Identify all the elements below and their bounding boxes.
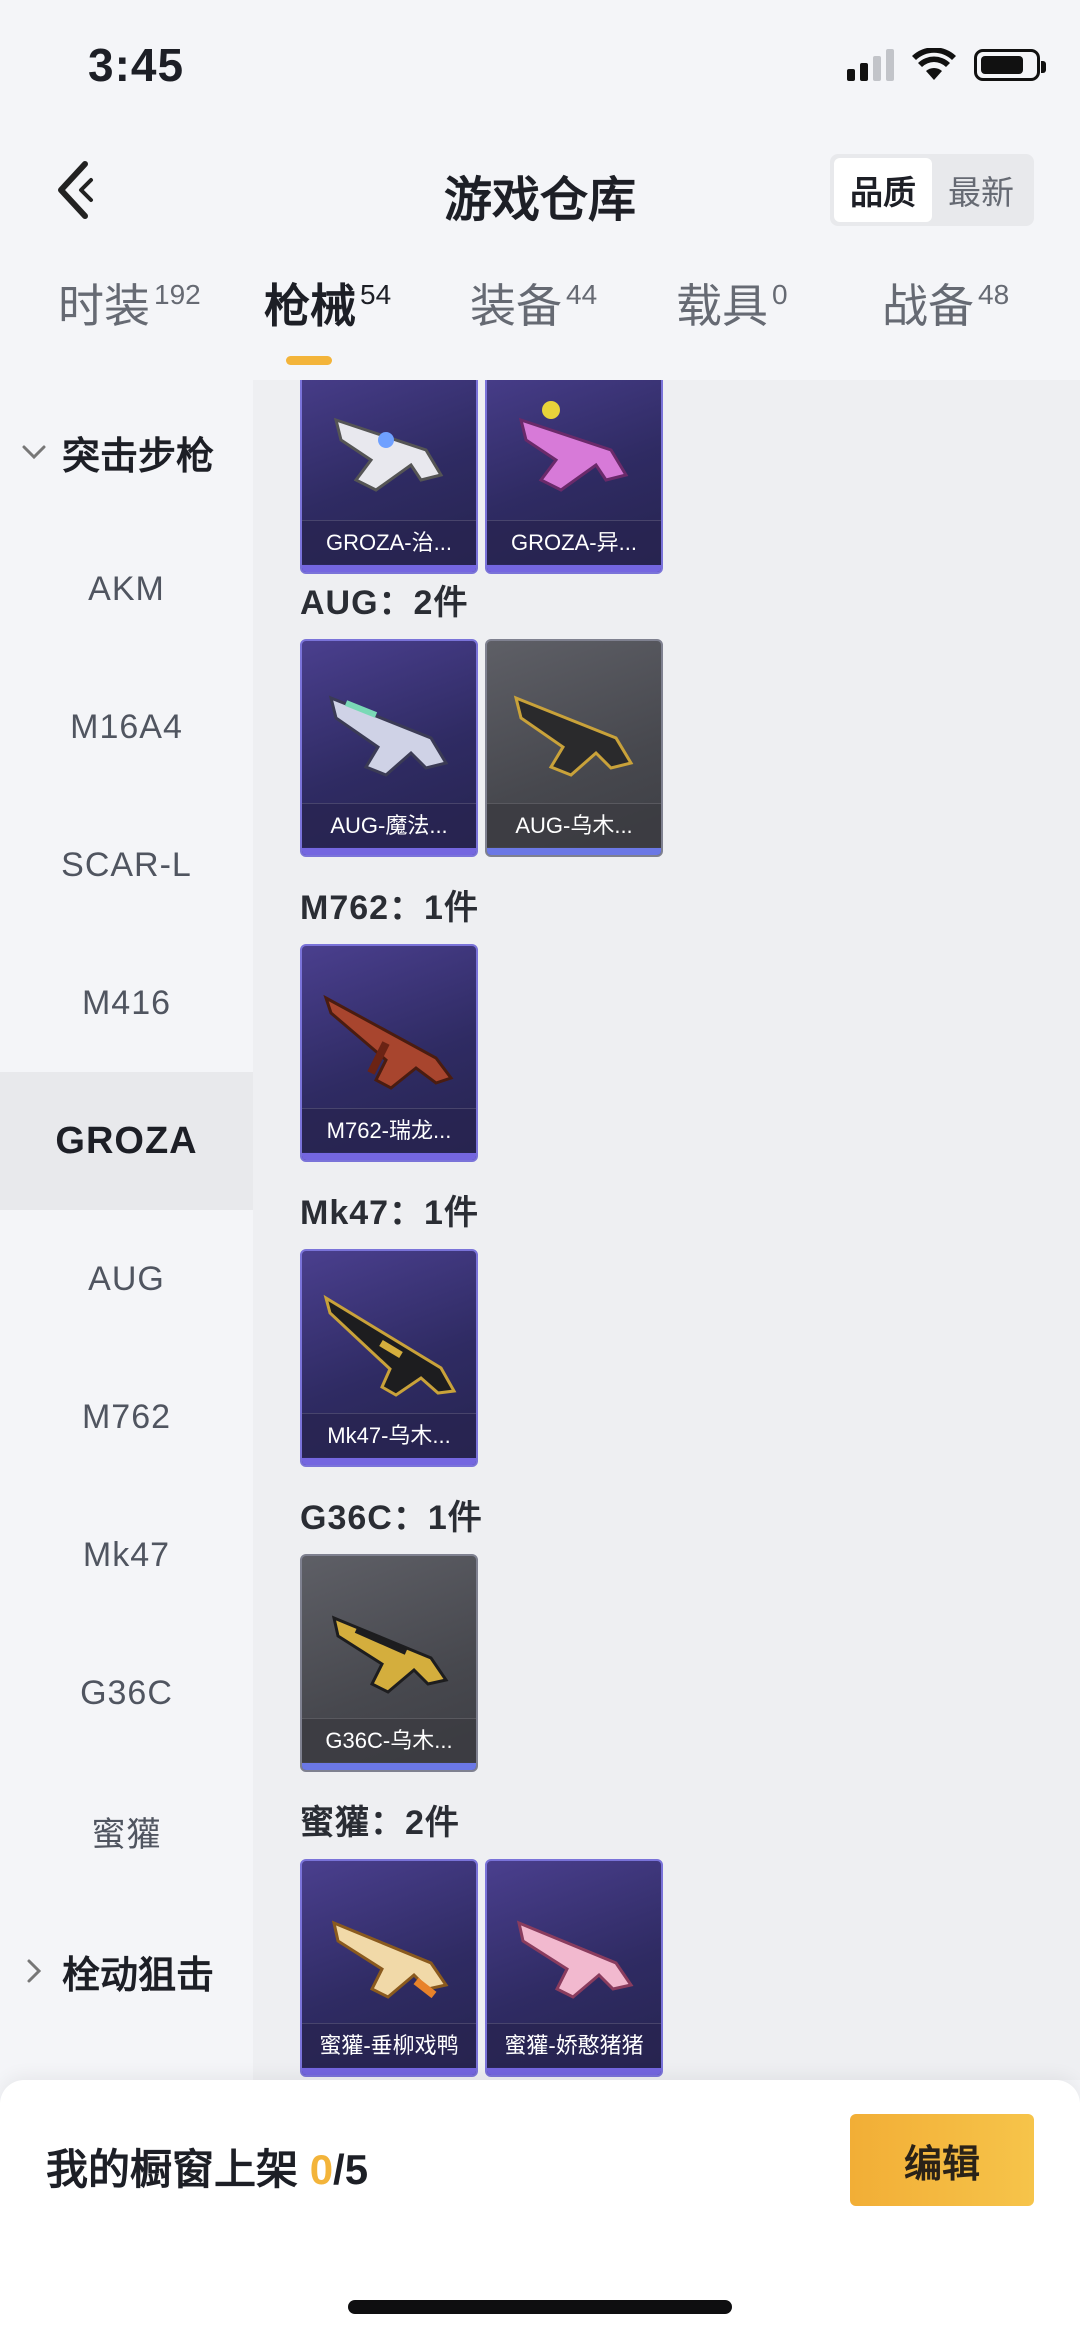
- item-name: GROZA-异...: [487, 520, 661, 564]
- tab-count: 192: [154, 279, 201, 310]
- sidebar-item-m416[interactable]: M416: [0, 934, 253, 1072]
- item-name: Mk47-乌木...: [302, 1413, 476, 1457]
- item-card[interactable]: 蜜獾-垂柳戏鸭: [300, 1859, 478, 2077]
- section-title-honey-badger: 蜜獾：2件: [300, 1804, 460, 1842]
- item-name: GROZA-治...: [302, 520, 476, 564]
- item-name: AUG-魔法...: [302, 803, 476, 847]
- battery-icon: [974, 49, 1046, 81]
- sort-quality[interactable]: 品质: [834, 158, 932, 222]
- tab-firearms[interactable]: 枪械 54: [264, 270, 391, 370]
- section-title-aug: AUG：2件: [300, 584, 469, 622]
- sort-latest[interactable]: 最新: [932, 158, 1030, 222]
- item-card[interactable]: Mk47-乌木...: [300, 1249, 478, 1467]
- tab-label: 枪械: [264, 280, 356, 332]
- sidebar-item-groza[interactable]: GROZA: [0, 1072, 253, 1210]
- sidebar-group-label: 栓动狙击: [62, 1954, 215, 1997]
- category-tabs: 时装 192 枪械 54 装备 44 载具 0 战备 48: [0, 270, 1080, 380]
- honey-badger-skin-icon: [516, 1920, 634, 1999]
- edit-button[interactable]: 编辑: [850, 2114, 1034, 2206]
- item-name: 蜜獾-娇憨猪猪: [487, 2023, 661, 2067]
- sidebar-group-label: 突击步枪: [62, 435, 215, 478]
- sidebar-item-m762[interactable]: M762: [0, 1348, 253, 1486]
- cellular-signal-icon: [847, 49, 894, 81]
- showcase-total: /5: [333, 2146, 369, 2193]
- showcase-label: 我的橱窗上架 0/5: [46, 2136, 368, 2197]
- tab-label: 战备: [882, 280, 974, 332]
- m762-skin-icon: [323, 994, 454, 1090]
- tab-vehicles[interactable]: 载具 0: [676, 270, 788, 370]
- item-name: AUG-乌木...: [487, 803, 661, 847]
- item-card[interactable]: AUG-魔法...: [300, 639, 478, 857]
- home-indicator[interactable]: [348, 2300, 732, 2314]
- item-card[interactable]: AUG-乌木...: [485, 639, 663, 857]
- item-card[interactable]: GROZA-异...: [485, 380, 663, 574]
- section-title-mk47: Mk47：1件: [300, 1194, 479, 1232]
- tab-count: 54: [360, 279, 392, 310]
- chevron-down-icon: [6, 443, 62, 461]
- sort-toggle[interactable]: 品质 最新: [830, 154, 1034, 226]
- g36c-skin-icon: [331, 1615, 449, 1694]
- showcase-count: 0: [309, 2146, 334, 2193]
- tab-count: 0: [772, 279, 788, 310]
- item-card[interactable]: 蜜獾-娇憨猪猪: [485, 1859, 663, 2077]
- status-icons: [847, 48, 1046, 82]
- sidebar-item-akm[interactable]: AKM: [0, 520, 253, 658]
- groza-skin-icon: [333, 417, 444, 492]
- item-grid: GROZA-治... GROZA-异... AUG：2件 AUG-魔法... A…: [253, 380, 1080, 2080]
- sidebar-item-aug[interactable]: AUG: [0, 1210, 253, 1348]
- section-title-g36c: G36C：1件: [300, 1499, 483, 1537]
- sidebar: 突击步枪 AKM M16A4 SCAR-L M416 GROZA AUG M76…: [0, 380, 253, 2080]
- tab-count: 48: [978, 279, 1010, 310]
- wifi-icon: [912, 48, 956, 80]
- item-name: G36C-乌木...: [302, 1718, 476, 1762]
- header: 游戏仓库 品质 最新: [0, 130, 1080, 250]
- section-title-m762: M762：1件: [300, 889, 479, 927]
- aug-skin-icon: [328, 695, 449, 777]
- status-time: 3:45: [88, 39, 185, 91]
- status-bar: 3:45: [0, 0, 1080, 130]
- chevron-right-icon: [6, 1958, 62, 1984]
- sidebar-item-g36c[interactable]: G36C: [0, 1624, 253, 1762]
- item-name: M762-瑞龙...: [302, 1108, 476, 1152]
- showcase-label-text: 我的橱窗上架: [46, 2146, 299, 2193]
- sidebar-group-assault-rifles[interactable]: 突击步枪: [0, 383, 253, 521]
- mk47-skin-icon: [323, 1294, 457, 1397]
- sidebar-item-honey-badger[interactable]: 蜜獾: [0, 1762, 253, 1900]
- tab-count: 44: [566, 279, 598, 310]
- sidebar-group-bolt-sniper[interactable]: 栓动狙击: [0, 1902, 253, 2040]
- sidebar-item-scar-l[interactable]: SCAR-L: [0, 796, 253, 934]
- aug-skin-icon: [513, 695, 634, 777]
- groza-skin-icon: [518, 401, 629, 492]
- tab-equipment[interactable]: 装备 44: [470, 270, 597, 370]
- sidebar-item-mk47[interactable]: Mk47: [0, 1486, 253, 1624]
- honey-badger-skin-icon: [331, 1920, 449, 1999]
- tab-label: 时装: [58, 280, 150, 332]
- tab-supplies[interactable]: 战备 48: [882, 270, 1009, 370]
- item-card[interactable]: G36C-乌木...: [300, 1554, 478, 1772]
- item-name: 蜜獾-垂柳戏鸭: [302, 2023, 476, 2067]
- active-tab-indicator: [286, 356, 332, 365]
- tab-fashion[interactable]: 时装 192: [58, 270, 201, 370]
- item-card[interactable]: GROZA-治...: [300, 380, 478, 574]
- item-card[interactable]: M762-瑞龙...: [300, 944, 478, 1162]
- sidebar-item-m16a4[interactable]: M16A4: [0, 658, 253, 796]
- tab-label: 载具: [676, 280, 768, 332]
- tab-label: 装备: [470, 280, 562, 332]
